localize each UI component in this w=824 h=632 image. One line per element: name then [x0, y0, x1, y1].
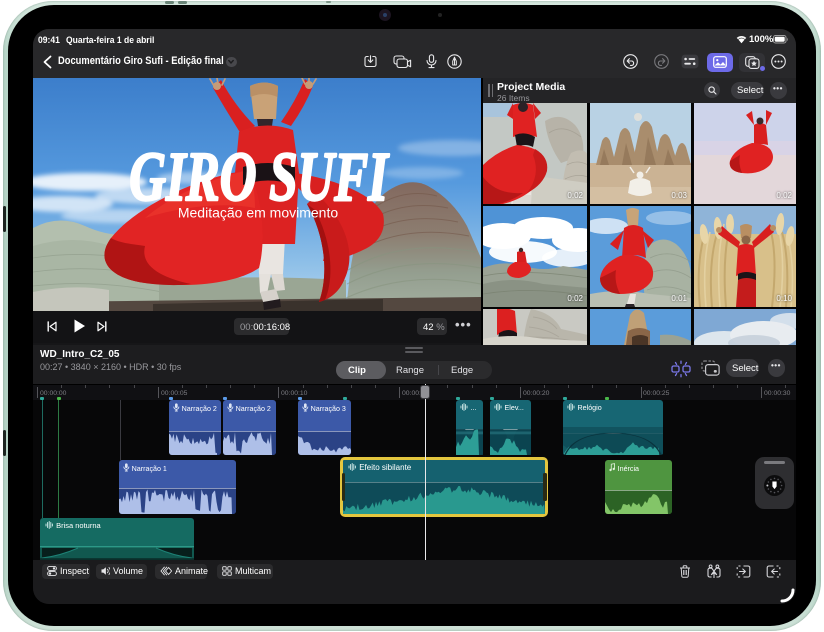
svg-text:Meditação em movimento: Meditação em movimento — [178, 205, 339, 221]
